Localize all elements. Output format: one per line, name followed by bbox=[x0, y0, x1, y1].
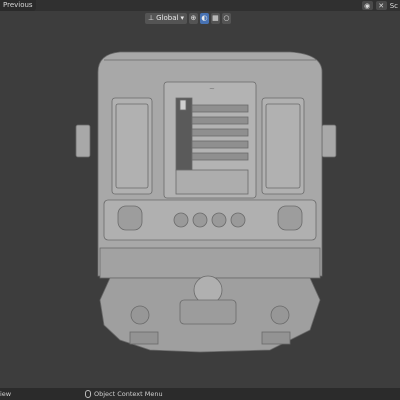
left-headlight bbox=[117, 205, 143, 231]
status-left-text: iew bbox=[0, 390, 12, 398]
magnet-icon[interactable]: ◐ bbox=[199, 12, 209, 24]
svg-text:~: ~ bbox=[209, 85, 215, 93]
orientation-label: Global bbox=[156, 14, 179, 22]
left-mirror bbox=[75, 124, 91, 158]
train-model: ~ bbox=[75, 51, 337, 353]
left-door-window bbox=[111, 97, 153, 195]
proportional-edit-icon[interactable]: ○ bbox=[221, 12, 231, 24]
pivot-icon[interactable]: ⊕ bbox=[188, 12, 198, 24]
bottom-skirt bbox=[99, 247, 321, 279]
chevron-down-icon: ▾ bbox=[180, 14, 184, 22]
axes-icon: ⊥ bbox=[148, 14, 155, 22]
viewport-header: ⊥ Global ▾ ⊕ ◐ ▦ ○ bbox=[145, 12, 231, 24]
grid-icon[interactable]: ▦ bbox=[210, 12, 220, 24]
status-bar: iew Object Context Menu bbox=[0, 388, 400, 400]
scene-label[interactable]: Sc bbox=[390, 2, 398, 10]
right-door-window bbox=[261, 97, 305, 195]
3d-viewport[interactable]: ~ bbox=[0, 24, 400, 388]
top-bar: Previous ◉ ✕ Sc bbox=[0, 0, 400, 11]
mouse-icon bbox=[85, 390, 91, 398]
previous-label[interactable]: Previous bbox=[0, 0, 36, 11]
transform-orientation-dropdown[interactable]: ⊥ Global ▾ bbox=[145, 12, 187, 24]
top-bar-right: ◉ ✕ Sc bbox=[361, 0, 400, 11]
context-menu-label: Object Context Menu bbox=[94, 390, 163, 398]
right-mirror bbox=[321, 124, 337, 158]
camera-icon[interactable]: ◉ bbox=[361, 1, 373, 10]
right-headlight bbox=[277, 205, 303, 231]
close-icon[interactable]: ✕ bbox=[375, 1, 387, 10]
status-context-hint: Object Context Menu bbox=[85, 388, 163, 400]
